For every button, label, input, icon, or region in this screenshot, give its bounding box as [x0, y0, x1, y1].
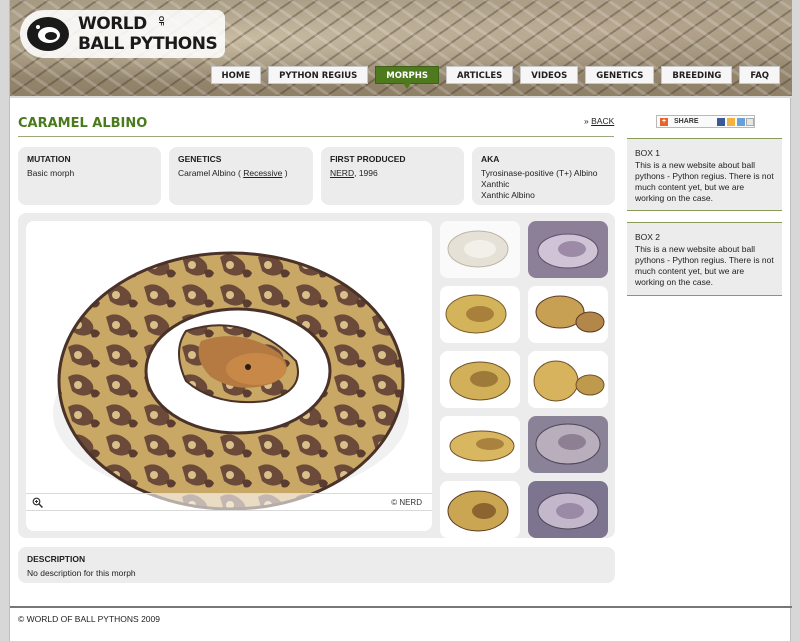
photo-credit: © NERD — [391, 498, 422, 507]
first-produced-value: NERD, 1996 — [330, 168, 455, 179]
nav-python-regius[interactable]: PYTHON REGIUS — [268, 66, 369, 84]
breeder-link[interactable]: NERD — [330, 168, 354, 178]
first-produced-box: FIRST PRODUCED NERD, 1996 — [321, 147, 464, 205]
description-label: DESCRIPTION — [27, 554, 86, 564]
title-divider — [18, 136, 614, 137]
genetics-value: Caramel Albino ( Recessive ) — [178, 168, 304, 179]
thumbnail[interactable] — [440, 286, 520, 343]
thumbnail[interactable] — [440, 481, 520, 538]
aka-box: AKA Tyrosinase-positive (T+) Albino Xant… — [472, 147, 615, 205]
description-text: No description for this morph — [27, 568, 136, 578]
coiled-snake-image — [26, 221, 432, 531]
genetics-label: GENETICS — [178, 154, 222, 164]
aka-line: Xanthic — [481, 179, 510, 189]
thumbnail[interactable] — [528, 286, 608, 343]
thumbnail[interactable] — [528, 416, 608, 473]
genetics-value-prefix: Caramel Albino ( — [178, 168, 244, 178]
sidebar-box-1: BOX 1 This is a new website about ball p… — [627, 138, 782, 211]
zoom-icon[interactable] — [32, 497, 43, 508]
genetics-box: GENETICS Caramel Albino ( Recessive ) — [169, 147, 313, 205]
sidebar-box-text: This is a new website about ball pythons… — [635, 160, 774, 203]
thumbnail[interactable] — [440, 351, 520, 408]
header-banner: WORLD OF BALL PYTHONS HOME PYTHON REGIUS… — [10, 0, 792, 98]
share-facebook-icon — [717, 118, 725, 126]
back-arrow-icon: » — [584, 116, 589, 126]
page: WORLD OF BALL PYTHONS HOME PYTHON REGIUS… — [9, 0, 792, 641]
aka-line: Tyrosinase-positive (T+) Albino — [481, 168, 598, 178]
description-box: DESCRIPTION No description for this morp… — [18, 547, 615, 583]
nav-articles[interactable]: ARTICLES — [445, 66, 514, 84]
share-delicious-icon — [727, 118, 735, 126]
nav-videos[interactable]: VIDEOS — [520, 66, 579, 84]
mutation-value: Basic morph — [27, 168, 75, 178]
aka-line: Xanthic Albino — [481, 190, 535, 200]
nav-breeding[interactable]: BREEDING — [661, 66, 733, 84]
gallery-panel: © NERD — [18, 213, 615, 538]
thumbnail[interactable] — [528, 221, 608, 278]
logo-text-world: WORLD — [78, 14, 147, 34]
mutation-box: MUTATION Basic morph — [18, 147, 161, 205]
share-label: SHARE — [674, 118, 699, 125]
share-plus-icon: + — [660, 118, 668, 126]
nav-faq[interactable]: FAQ — [739, 66, 780, 84]
thumbnail[interactable] — [528, 351, 608, 408]
nav-morphs[interactable]: MORPHS — [375, 66, 439, 89]
sidebar-box-2: BOX 2 This is a new website about ball p… — [627, 222, 782, 296]
python-logo-icon — [27, 17, 69, 51]
back-link-wrap: » BACK — [584, 116, 614, 126]
first-produced-year: , 1996 — [354, 168, 378, 178]
share-more-icon — [746, 118, 754, 126]
photo-toolbar: © NERD — [26, 493, 432, 511]
footer-divider — [10, 606, 792, 608]
nav-genetics[interactable]: GENETICS — [585, 66, 655, 84]
nav-home[interactable]: HOME — [210, 66, 262, 84]
mutation-label: MUTATION — [27, 154, 71, 164]
logo-text-ball-pythons: BALL PYTHONS — [78, 34, 218, 54]
footer-copyright: © WORLD OF BALL PYTHONS 2009 — [18, 614, 160, 624]
back-link[interactable]: BACK — [591, 116, 614, 126]
thumbnail[interactable] — [528, 481, 608, 538]
first-produced-label: FIRST PRODUCED — [330, 154, 406, 164]
share-digg-icon — [737, 118, 745, 126]
genetics-value-suffix: ) — [282, 168, 288, 178]
thumbnail-grid — [440, 221, 608, 538]
main-morph-photo[interactable]: © NERD — [26, 221, 432, 531]
logo-text-of: OF — [157, 16, 164, 26]
aka-label: AKA — [481, 154, 500, 164]
sidebar-box-title: BOX 2 — [635, 232, 661, 242]
main-nav: HOME PYTHON REGIUS MORPHS ARTICLES VIDEO… — [210, 66, 780, 89]
share-button[interactable]: + SHARE — [656, 115, 755, 128]
thumbnail[interactable] — [440, 416, 520, 473]
site-logo[interactable]: WORLD OF BALL PYTHONS — [20, 10, 225, 58]
recessive-link[interactable]: Recessive — [243, 168, 282, 178]
page-title: CARAMEL ALBINO — [18, 116, 148, 131]
thumbnail[interactable] — [440, 221, 520, 278]
sidebar-box-title: BOX 1 — [635, 148, 661, 158]
sidebar-box-text: This is a new website about ball pythons… — [635, 244, 774, 287]
